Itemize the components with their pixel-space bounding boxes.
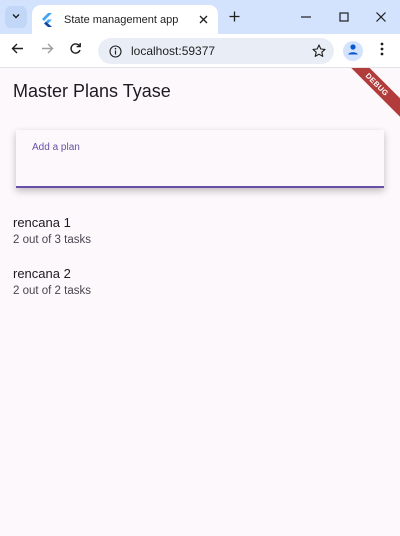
reload-button[interactable] bbox=[64, 40, 86, 62]
arrow-left-icon bbox=[11, 42, 24, 60]
minimize-icon bbox=[301, 9, 311, 27]
tab-search-button[interactable] bbox=[5, 6, 27, 28]
browser-window: State management app localhost:59377 DEB… bbox=[0, 0, 400, 536]
plan-title: rencana 1 bbox=[13, 215, 71, 230]
info-icon[interactable] bbox=[108, 44, 122, 58]
profile-button[interactable] bbox=[343, 41, 363, 61]
plan-progress: 2 out of 3 tasks bbox=[13, 234, 91, 246]
close-icon[interactable] bbox=[194, 11, 212, 29]
plan-list-item[interactable]: rencana 1 2 out of 3 tasks bbox=[13, 215, 91, 246]
plan-progress: 2 out of 2 tasks bbox=[13, 285, 91, 297]
arrow-right-icon bbox=[41, 42, 54, 60]
browser-tab[interactable]: State management app bbox=[32, 5, 218, 34]
person-icon bbox=[346, 42, 360, 61]
chevron-down-icon bbox=[11, 8, 21, 26]
new-tab-button[interactable] bbox=[224, 8, 244, 28]
close-window-button[interactable] bbox=[371, 8, 391, 28]
plus-icon bbox=[229, 9, 240, 27]
minimize-button[interactable] bbox=[296, 8, 316, 28]
maximize-icon bbox=[339, 9, 349, 27]
tab-title: State management app bbox=[64, 13, 179, 26]
plan-title: rencana 2 bbox=[13, 266, 71, 281]
page-title: Master Plans Tyase bbox=[13, 81, 171, 101]
input-underline bbox=[16, 186, 384, 188]
back-button[interactable] bbox=[6, 40, 28, 62]
debug-banner: DEBUG bbox=[340, 68, 400, 121]
plan-list-item[interactable]: rencana 2 2 out of 2 tasks bbox=[13, 266, 91, 297]
more-vert-icon bbox=[380, 42, 384, 61]
address-bar[interactable]: localhost:59377 bbox=[98, 38, 334, 64]
star-icon[interactable] bbox=[310, 42, 328, 60]
add-plan-label: Add a plan bbox=[32, 142, 80, 153]
add-plan-field[interactable]: Add a plan bbox=[16, 130, 384, 188]
tab-strip: State management app bbox=[0, 0, 400, 34]
flutter-icon bbox=[40, 12, 54, 27]
maximize-button[interactable] bbox=[334, 8, 354, 28]
url-text: localhost:59377 bbox=[131, 44, 216, 58]
app-content: DEBUG Master Plans Tyase Add a plan renc… bbox=[0, 68, 400, 536]
close-icon bbox=[376, 9, 386, 27]
browser-toolbar: localhost:59377 bbox=[0, 34, 400, 68]
debug-banner-label: DEBUG bbox=[363, 71, 391, 98]
reload-icon bbox=[69, 42, 82, 60]
forward-button[interactable] bbox=[36, 40, 58, 62]
browser-menu-button[interactable] bbox=[371, 40, 393, 62]
